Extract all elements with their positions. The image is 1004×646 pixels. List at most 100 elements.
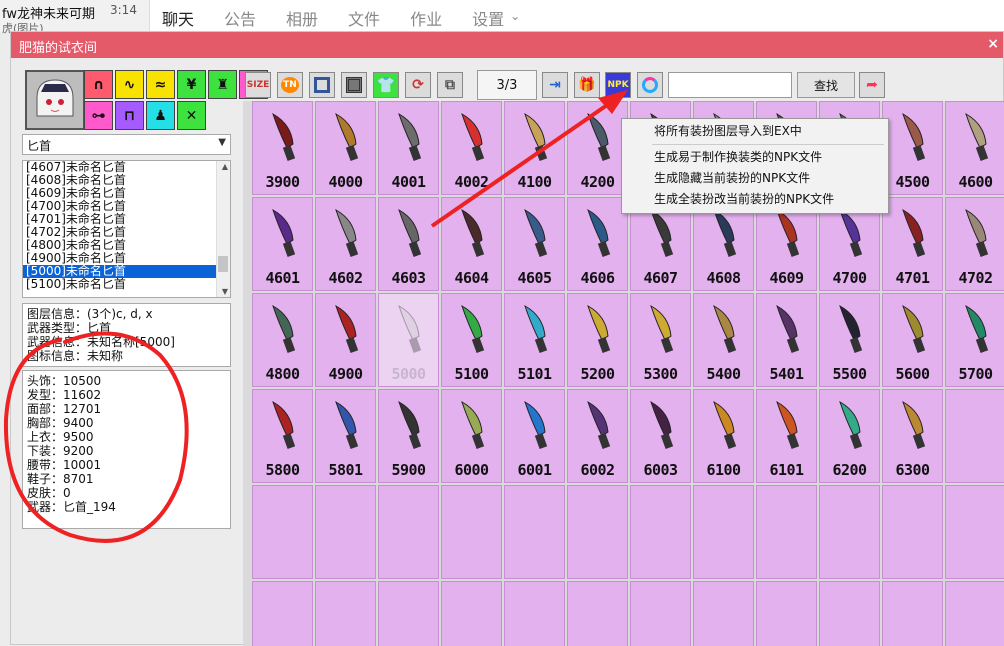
- empty-item-cell[interactable]: [252, 485, 313, 579]
- empty-item-cell[interactable]: [945, 485, 1004, 579]
- empty-item-cell[interactable]: [693, 485, 754, 579]
- item-cell-4601[interactable]: 4601: [252, 197, 313, 291]
- item-cell-4000[interactable]: 4000: [315, 101, 376, 195]
- menu-import-ex[interactable]: 将所有装扮图层导入到EX中: [622, 121, 888, 142]
- background-chat-item[interactable]: fw龙神未来可期 3:14 虎(图片): [0, 0, 150, 35]
- weapon-icon[interactable]: ✕: [177, 101, 206, 130]
- item-cell-6200[interactable]: 6200: [819, 389, 880, 483]
- frame-icon[interactable]: [309, 72, 335, 98]
- item-cell-4500[interactable]: 4500: [882, 101, 943, 195]
- empty-item-cell[interactable]: [315, 581, 376, 646]
- tab-album[interactable]: 相册: [286, 6, 318, 30]
- shirt-icon[interactable]: 👕: [373, 72, 399, 98]
- item-cell-4600[interactable]: 4600: [945, 101, 1004, 195]
- item-cell-6000[interactable]: 6000: [441, 389, 502, 483]
- face-icon[interactable]: ≈: [146, 70, 175, 99]
- item-cell-4606[interactable]: 4606: [567, 197, 628, 291]
- item-cell-5400[interactable]: 5400: [693, 293, 754, 387]
- item-cell-4100[interactable]: 4100: [504, 101, 565, 195]
- gift-icon[interactable]: 🎁: [574, 72, 600, 98]
- weapon-type-select[interactable]: 匕首 ▼: [22, 134, 231, 155]
- empty-item-cell[interactable]: [756, 581, 817, 646]
- item-cell-5200[interactable]: 5200: [567, 293, 628, 387]
- weapon-list[interactable]: [4607]未命名匕首 [4608]未命名匕首 [4609]未命名匕首 [4700]未…: [22, 160, 231, 298]
- size-icon[interactable]: SIZE: [245, 72, 271, 98]
- scroll-up-icon[interactable]: ▲: [222, 162, 228, 171]
- empty-item-cell[interactable]: [378, 485, 439, 579]
- chevron-down-icon[interactable]: ⌄: [510, 9, 520, 30]
- share-icon[interactable]: ➦: [859, 72, 885, 98]
- item-cell-4200[interactable]: 4200: [567, 101, 628, 195]
- coat-icon[interactable]: ♜: [208, 70, 237, 99]
- empty-item-cell[interactable]: [504, 485, 565, 579]
- item-cell-3900[interactable]: 3900: [252, 101, 313, 195]
- empty-item-cell[interactable]: [504, 581, 565, 646]
- search-button[interactable]: 查找: [797, 72, 855, 98]
- search-input[interactable]: [668, 72, 792, 98]
- tab-homework[interactable]: 作业: [410, 6, 442, 30]
- empty-item-cell[interactable]: [630, 581, 691, 646]
- ring-icon[interactable]: [637, 72, 663, 98]
- empty-item-cell[interactable]: [567, 581, 628, 646]
- belt-icon[interactable]: ⊶: [84, 101, 113, 130]
- item-cell-5300[interactable]: 5300: [630, 293, 691, 387]
- tab-chat[interactable]: 聊天: [162, 6, 194, 30]
- chevron-down-icon[interactable]: ▼: [218, 137, 226, 148]
- hair-icon[interactable]: ∿: [115, 70, 144, 99]
- item-cell-5401[interactable]: 5401: [756, 293, 817, 387]
- empty-item-cell[interactable]: [315, 485, 376, 579]
- tab-files[interactable]: 文件: [348, 6, 380, 30]
- item-cell-6101[interactable]: 6101: [756, 389, 817, 483]
- empty-item-cell[interactable]: [882, 485, 943, 579]
- tn-icon[interactable]: TN: [277, 72, 303, 98]
- item-cell-6300[interactable]: 6300: [882, 389, 943, 483]
- empty-item-cell[interactable]: [945, 581, 1004, 646]
- close-icon[interactable]: ×: [987, 36, 999, 52]
- npk-icon[interactable]: NPK: [605, 72, 631, 98]
- empty-item-cell[interactable]: [819, 485, 880, 579]
- item-cell-6002[interactable]: 6002: [567, 389, 628, 483]
- item-cell-5000[interactable]: 5000: [378, 293, 439, 387]
- item-cell-5801[interactable]: 5801: [315, 389, 376, 483]
- item-cell-4605[interactable]: 4605: [504, 197, 565, 291]
- item-cell-5101[interactable]: 5101: [504, 293, 565, 387]
- item-cell-4800[interactable]: 4800: [252, 293, 313, 387]
- item-cell-4604[interactable]: 4604: [441, 197, 502, 291]
- empty-item-cell[interactable]: [819, 581, 880, 646]
- item-cell-5700[interactable]: 5700: [945, 293, 1004, 387]
- item-cell-6100[interactable]: 6100: [693, 389, 754, 483]
- item-cell-5600[interactable]: 5600: [882, 293, 943, 387]
- empty-item-cell[interactable]: [441, 485, 502, 579]
- empty-item-cell[interactable]: [252, 581, 313, 646]
- item-cell-5100[interactable]: 5100: [441, 293, 502, 387]
- item-cell-4602[interactable]: 4602: [315, 197, 376, 291]
- item-cell-4900[interactable]: 4900: [315, 293, 376, 387]
- tab-announce[interactable]: 公告: [224, 6, 256, 30]
- import-icon[interactable]: ⇥: [542, 72, 568, 98]
- tab-settings[interactable]: 设置: [472, 6, 504, 30]
- title-bar[interactable]: 肥猫的试衣间 ×: [11, 32, 1003, 58]
- item-cell-5800[interactable]: 5800: [252, 389, 313, 483]
- list-item[interactable]: [5100]未命名匕首: [23, 278, 216, 291]
- character-avatar[interactable]: [25, 70, 85, 130]
- grid-icon[interactable]: [341, 72, 367, 98]
- empty-item-cell[interactable]: [693, 581, 754, 646]
- rotate-icon[interactable]: ⟳: [405, 72, 431, 98]
- item-cell-4701[interactable]: 4701: [882, 197, 943, 291]
- item-cell-4002[interactable]: 4002: [441, 101, 502, 195]
- empty-item-cell[interactable]: [567, 485, 628, 579]
- item-cell-4001[interactable]: 4001: [378, 101, 439, 195]
- item-cell-4702[interactable]: 4702: [945, 197, 1004, 291]
- menu-generate-swap-npk[interactable]: 生成易于制作换装类的NPK文件: [622, 147, 888, 168]
- empty-item-cell[interactable]: [882, 581, 943, 646]
- export-icon[interactable]: ⧉: [437, 72, 463, 98]
- list-scrollbar[interactable]: ▲ ▼: [216, 161, 230, 297]
- menu-generate-full-npk[interactable]: 生成全装扮改当前装扮的NPK文件: [622, 189, 888, 210]
- item-cell-5900[interactable]: 5900: [378, 389, 439, 483]
- scroll-down-icon[interactable]: ▼: [222, 287, 228, 296]
- menu-generate-hide-npk[interactable]: 生成隐藏当前装扮的NPK文件: [622, 168, 888, 189]
- empty-item-cell[interactable]: [441, 581, 502, 646]
- item-cell-5500[interactable]: 5500: [819, 293, 880, 387]
- empty-item-cell[interactable]: [945, 389, 1004, 483]
- shoes-icon[interactable]: ⊓: [115, 101, 144, 130]
